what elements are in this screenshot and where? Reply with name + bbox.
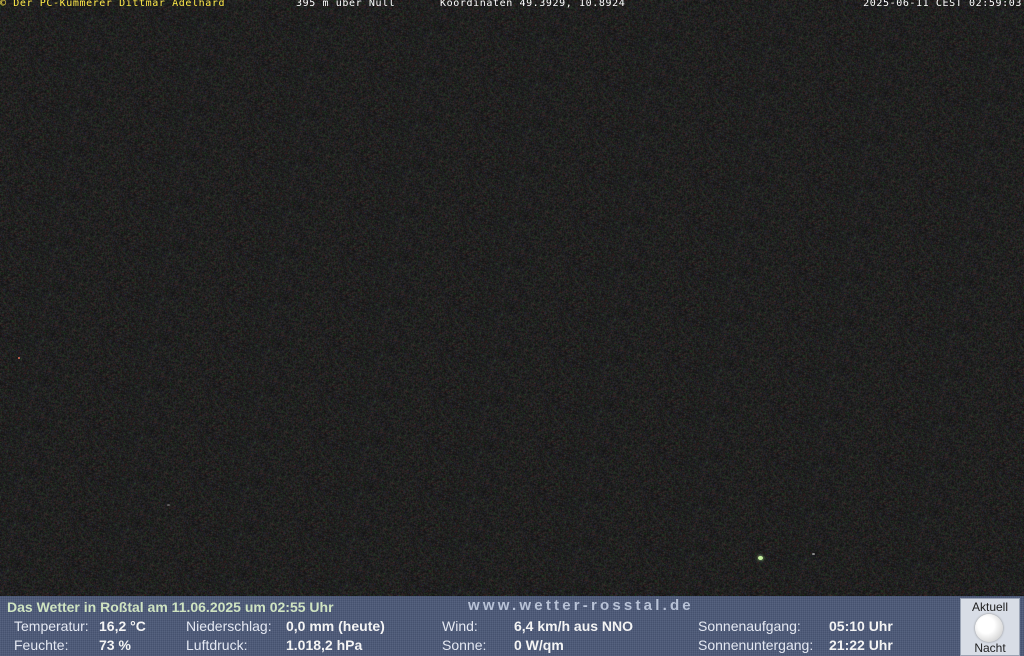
wind-label: Wind: [442,618,478,634]
weather-title: Das Wetter in Roßtal am 11.06.2025 um 02… [7,599,334,615]
night-sky-noise [0,0,1024,596]
humidity-value: 73 % [99,637,131,653]
sunset-label: Sonnenuntergang: [698,637,814,653]
sun-label: Sonne: [442,637,487,653]
moon-icon [975,614,1003,642]
altitude-text: 395 m über Null [296,0,396,9]
humidity-label: Feuchte: [14,637,69,653]
distant-light-faint [167,504,170,506]
sun-value: 0 W/qm [514,637,564,653]
sunset-value: 21:22 Uhr [829,637,893,653]
sunrise-value: 05:10 Uhr [829,618,893,634]
precipitation-value: 0,0 mm (heute) [286,618,385,634]
website-url: www.wetter-rosstal.de [468,597,694,614]
weather-info-bar: Das Wetter in Roßtal am 11.06.2025 um 02… [0,596,1024,656]
moon-phase-panel: Aktuell Nacht [960,598,1020,656]
temperature-value: 16,2 °C [99,618,146,634]
precipitation-label: Niederschlag: [186,618,272,634]
wind-value: 6,4 km/h aus NNO [514,618,634,634]
pressure-label: Luftdruck: [186,637,248,653]
sunrise-label: Sonnenaufgang: [698,618,801,634]
distant-light-left [18,357,20,359]
timestamp-text: 2025-06-11 CEST 02:59:03 [863,0,1022,9]
coordinates-text: Koordinaten 49.3929, 10.8924 [440,0,626,9]
distant-light-dim [812,553,815,555]
copyright-text: © Der PC-Kümmerer Dittmar Adelhard [0,0,226,9]
pressure-value: 1.018,2 hPa [286,637,363,653]
camera-overlay: © Der PC-Kümmerer Dittmar Adelhard 395 m… [0,0,1024,10]
moon-bottom-label: Nacht [974,641,1006,655]
webcam-night-image [0,0,1024,596]
distant-light-green [758,556,763,560]
temperature-label: Temperatur: [14,618,89,634]
moon-top-label: Aktuell [971,600,1009,614]
